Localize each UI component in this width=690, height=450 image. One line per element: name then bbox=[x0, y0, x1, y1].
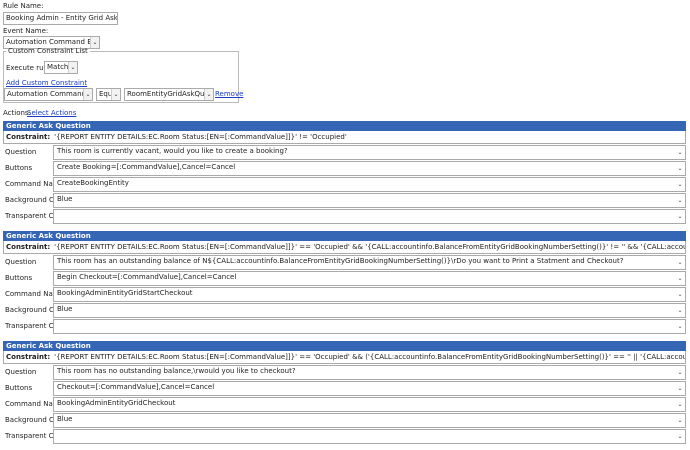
question-row: Question This room has an outstanding ba… bbox=[3, 254, 686, 270]
question-input[interactable]: This room has an outstanding balance of … bbox=[53, 255, 686, 270]
background-color-input[interactable]: Blue ⌄ bbox=[53, 413, 686, 428]
panel-title: Generic Ask Question bbox=[3, 341, 686, 351]
constraint-field-select[interactable]: Automation Command Name ⌄ bbox=[4, 88, 93, 101]
command-name-row: Command Name BookingAdminEntityGridStart… bbox=[3, 286, 686, 302]
chevron-down-icon[interactable]: ⌄ bbox=[676, 273, 684, 284]
rule-name-label: Rule Name: bbox=[3, 2, 44, 10]
buttons-value: Checkout=[:CommandValue],Cancel=Cancel bbox=[57, 383, 215, 391]
transparent-color-row: Transparent Color ⌄ bbox=[3, 318, 686, 334]
remove-constraint-link[interactable]: Remove bbox=[215, 90, 243, 98]
question-label: Question bbox=[5, 258, 37, 266]
background-color-value: Blue bbox=[57, 305, 73, 313]
event-name-label: Event Name: bbox=[3, 27, 49, 35]
command-name-input[interactable]: BookingAdminEntityGridCheckout ⌄ bbox=[53, 397, 686, 412]
rule-name-input[interactable]: Booking Admin - Entity Grid Ask Question bbox=[3, 12, 118, 25]
transparent-color-row: Transparent Color ⌄ bbox=[3, 428, 686, 444]
transparent-color-input[interactable]: ⌄ bbox=[53, 429, 686, 444]
chevron-down-icon: ⌄ bbox=[68, 62, 77, 73]
command-name-row: Command Name CreateBookingEntity ⌄ bbox=[3, 176, 686, 192]
buttons-input[interactable]: Create Booking=[:CommandValue],Cancel=Ca… bbox=[53, 161, 686, 176]
command-name-input[interactable]: CreateBookingEntity ⌄ bbox=[53, 177, 686, 192]
chevron-down-icon[interactable]: ⌄ bbox=[676, 195, 684, 206]
buttons-input[interactable]: Begin Checkout=[:CommandValue],Cancel=Ca… bbox=[53, 271, 686, 286]
constraint-label: Constraint: bbox=[6, 133, 51, 141]
chevron-down-icon: ⌄ bbox=[83, 89, 92, 100]
chevron-down-icon[interactable]: ⌄ bbox=[676, 163, 684, 174]
constraint-row[interactable]: Constraint: '{REPORT ENTITY DETAILS:EC.Ro… bbox=[3, 351, 686, 364]
question-label: Question bbox=[5, 148, 37, 156]
background-color-value: Blue bbox=[57, 195, 73, 203]
command-name-row: Command Name BookingAdminEntityGridCheck… bbox=[3, 396, 686, 412]
question-row: Question This room has no outstanding ba… bbox=[3, 364, 686, 380]
chevron-down-icon[interactable]: ⌄ bbox=[676, 367, 684, 378]
constraint-value-select[interactable]: RoomEntityGridAskQuestions ⌄ bbox=[124, 88, 214, 101]
constraint-value: '{REPORT ENTITY DETAILS:EC.Room Status:[… bbox=[54, 353, 686, 361]
chevron-down-icon: ⌄ bbox=[204, 89, 213, 100]
buttons-value: Begin Checkout=[:CommandValue],Cancel=Ca… bbox=[57, 273, 237, 281]
chevron-down-icon: ⌄ bbox=[111, 89, 120, 100]
constraint-field-value: Automation Command Name bbox=[7, 90, 92, 98]
chevron-down-icon[interactable]: ⌄ bbox=[676, 399, 684, 410]
panel-title: Generic Ask Question bbox=[3, 231, 686, 241]
chevron-down-icon[interactable]: ⌄ bbox=[676, 211, 684, 222]
buttons-row: Buttons Begin Checkout=[:CommandValue],C… bbox=[3, 270, 686, 286]
background-color-input[interactable]: Blue ⌄ bbox=[53, 193, 686, 208]
question-value: This room has no outstanding balance,\rw… bbox=[57, 367, 296, 375]
background-color-row: Background Color Blue ⌄ bbox=[3, 412, 686, 428]
constraint-value: '{REPORT ENTITY DETAILS:EC.Room Status:[… bbox=[54, 133, 347, 141]
chevron-down-icon[interactable]: ⌄ bbox=[676, 305, 684, 316]
buttons-label: Buttons bbox=[5, 274, 33, 282]
constraint-row[interactable]: Constraint: '{REPORT ENTITY DETAILS:EC.Ro… bbox=[3, 131, 686, 144]
chevron-down-icon[interactable]: ⌄ bbox=[676, 147, 684, 158]
buttons-input[interactable]: Checkout=[:CommandValue],Cancel=Cancel ⌄ bbox=[53, 381, 686, 396]
background-color-input[interactable]: Blue ⌄ bbox=[53, 303, 686, 318]
chevron-down-icon[interactable]: ⌄ bbox=[676, 257, 684, 268]
question-row: Question This room is currently vacant, … bbox=[3, 144, 686, 160]
transparent-color-row: Transparent Color ⌄ bbox=[3, 208, 686, 224]
action-panel: Generic Ask Question Constraint: '{REPORT… bbox=[3, 341, 686, 444]
constraint-value: '{REPORT ENTITY DETAILS:EC.Room Status:[… bbox=[54, 243, 686, 251]
chevron-down-icon[interactable]: ⌄ bbox=[676, 179, 684, 190]
action-panel: Generic Ask Question Constraint: '{REPORT… bbox=[3, 121, 686, 224]
buttons-label: Buttons bbox=[5, 384, 33, 392]
select-actions-link[interactable]: Select Actions bbox=[27, 109, 76, 117]
question-input[interactable]: This room is currently vacant, would you… bbox=[53, 145, 686, 160]
event-name-value: Automation Command Executed bbox=[6, 38, 99, 46]
command-name-value: BookingAdminEntityGridCheckout bbox=[57, 399, 176, 407]
chevron-down-icon[interactable]: ⌄ bbox=[676, 321, 684, 332]
chevron-down-icon[interactable]: ⌄ bbox=[676, 289, 684, 300]
constraint-operator-select[interactable]: Equals ⌄ bbox=[96, 88, 121, 101]
background-color-value: Blue bbox=[57, 415, 73, 423]
buttons-row: Buttons Checkout=[:CommandValue],Cancel=… bbox=[3, 380, 686, 396]
background-color-row: Background Color Blue ⌄ bbox=[3, 192, 686, 208]
execute-rule-select[interactable]: Matches ⌄ bbox=[44, 61, 78, 74]
constraint-value-value: RoomEntityGridAskQuestions bbox=[127, 90, 213, 98]
constraint-row[interactable]: Constraint: '{REPORT ENTITY DETAILS:EC.Ro… bbox=[3, 241, 686, 254]
command-name-value: CreateBookingEntity bbox=[57, 179, 129, 187]
transparent-color-input[interactable]: ⌄ bbox=[53, 209, 686, 224]
add-custom-constraint-link[interactable]: Add Custom Constraint bbox=[6, 79, 87, 87]
buttons-row: Buttons Create Booking=[:CommandValue],C… bbox=[3, 160, 686, 176]
constraint-label: Constraint: bbox=[6, 353, 51, 361]
background-color-row: Background Color Blue ⌄ bbox=[3, 302, 686, 318]
buttons-label: Buttons bbox=[5, 164, 33, 172]
question-value: This room has an outstanding balance of … bbox=[57, 257, 624, 265]
buttons-value: Create Booking=[:CommandValue],Cancel=Ca… bbox=[57, 163, 236, 171]
command-name-input[interactable]: BookingAdminEntityGridStartCheckout ⌄ bbox=[53, 287, 686, 302]
chevron-down-icon[interactable]: ⌄ bbox=[676, 431, 684, 442]
chevron-down-icon[interactable]: ⌄ bbox=[676, 415, 684, 426]
transparent-color-input[interactable]: ⌄ bbox=[53, 319, 686, 334]
question-input[interactable]: This room has no outstanding balance,\rw… bbox=[53, 365, 686, 380]
custom-constraint-legend: Custom Constraint List bbox=[8, 47, 88, 55]
command-name-value: BookingAdminEntityGridStartCheckout bbox=[57, 289, 193, 297]
panel-title: Generic Ask Question bbox=[3, 121, 686, 131]
question-label: Question bbox=[5, 368, 37, 376]
constraint-label: Constraint: bbox=[6, 243, 51, 251]
action-panel: Generic Ask Question Constraint: '{REPORT… bbox=[3, 231, 686, 334]
chevron-down-icon[interactable]: ⌄ bbox=[676, 383, 684, 394]
question-value: This room is currently vacant, would you… bbox=[57, 147, 288, 155]
